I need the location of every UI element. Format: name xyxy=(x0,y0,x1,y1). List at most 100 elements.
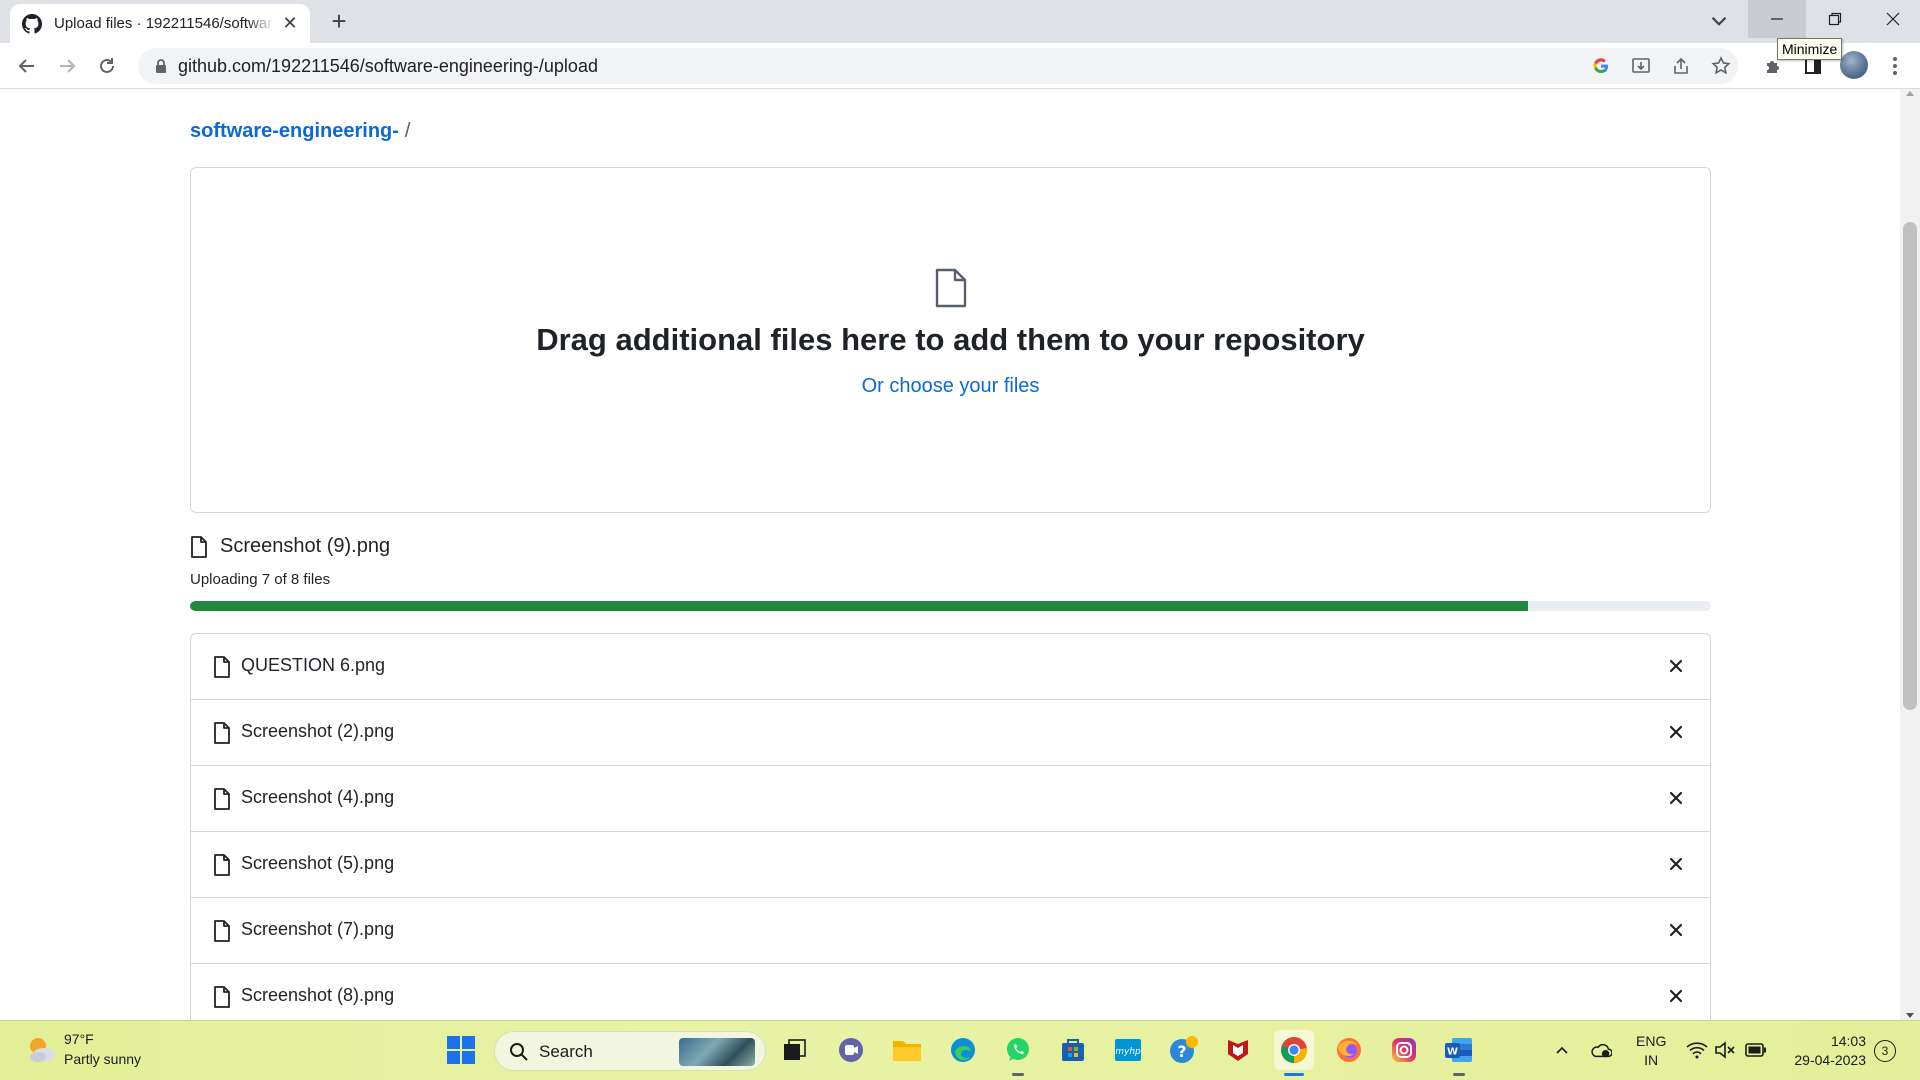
restore-icon xyxy=(1828,12,1842,26)
mcafee-icon[interactable] xyxy=(1221,1033,1255,1067)
close-icon xyxy=(1669,989,1683,1003)
tab-search-chevron-icon[interactable] xyxy=(1706,8,1732,34)
remove-file-button[interactable] xyxy=(1664,852,1688,876)
word-running-indicator xyxy=(1453,1073,1465,1076)
file-icon xyxy=(935,268,967,308)
browser-toolbar: github.com/192211546/software-engineerin… xyxy=(0,43,1920,89)
firefox-icon[interactable] xyxy=(1332,1033,1366,1067)
clock-date: 29-04-2023 xyxy=(1794,1052,1866,1068)
choose-files-link[interactable]: choose your files xyxy=(889,375,1039,397)
system-clock[interactable]: 14:03 29-04-2023 xyxy=(1786,1032,1866,1070)
breadcrumb-separator: / xyxy=(404,120,411,142)
file-name: Screenshot (8).png xyxy=(241,985,395,1005)
bookmark-star-icon[interactable] xyxy=(1710,55,1732,77)
file-list-item: Screenshot (7).png xyxy=(191,898,1710,964)
upload-progress-fill xyxy=(190,601,1529,611)
get-help-icon[interactable]: ? xyxy=(1166,1033,1200,1067)
weather-desc: Partly sunny xyxy=(64,1051,142,1067)
chrome-icon[interactable] xyxy=(1274,1030,1314,1070)
close-icon xyxy=(1669,725,1683,739)
remove-file-button[interactable] xyxy=(1664,720,1688,744)
file-icon xyxy=(214,788,230,810)
language-code: ENG xyxy=(1636,1033,1667,1049)
svg-text:W: W xyxy=(1447,1047,1458,1058)
myhp-icon[interactable]: myhp xyxy=(1111,1033,1145,1067)
breadcrumb-repo-link[interactable]: software-engineering- xyxy=(190,120,399,142)
profile-avatar[interactable] xyxy=(1840,51,1868,79)
task-view-icon[interactable] xyxy=(778,1033,812,1067)
close-window-button[interactable] xyxy=(1864,0,1920,38)
input-language-indicator[interactable]: ENG IN xyxy=(1636,1032,1666,1070)
breadcrumb: software-engineering- / xyxy=(190,120,410,143)
google-lens-icon[interactable] xyxy=(1590,55,1612,77)
battery-icon[interactable] xyxy=(1745,1039,1767,1061)
reload-button[interactable] xyxy=(92,51,122,81)
remove-file-button[interactable] xyxy=(1664,654,1688,678)
forward-button[interactable] xyxy=(52,51,82,81)
clock-time: 14:03 xyxy=(1830,1033,1866,1049)
whatsapp-icon[interactable] xyxy=(1001,1033,1035,1067)
current-upload-file: Screenshot (9).png xyxy=(190,535,390,558)
word-icon[interactable]: W xyxy=(1442,1033,1476,1067)
back-arrow-icon xyxy=(18,59,34,73)
volume-muted-icon[interactable] xyxy=(1714,1039,1736,1061)
teams-chat-icon[interactable] xyxy=(834,1033,868,1067)
search-label: Search xyxy=(539,1042,593,1061)
svg-text:?: ? xyxy=(1177,1042,1186,1061)
forward-arrow-icon xyxy=(60,59,76,73)
wifi-icon[interactable] xyxy=(1686,1039,1708,1061)
file-explorer-icon[interactable] xyxy=(890,1033,924,1067)
show-hidden-icons-chevron-icon[interactable] xyxy=(1551,1039,1573,1061)
instagram-icon[interactable] xyxy=(1387,1033,1421,1067)
page-scrollbar[interactable] xyxy=(1900,89,1920,1020)
install-app-icon[interactable] xyxy=(1630,55,1652,77)
minimize-button[interactable] xyxy=(1748,0,1806,38)
current-file-name: Screenshot (9).png xyxy=(220,535,391,557)
remove-file-button[interactable] xyxy=(1664,984,1688,1008)
file-icon xyxy=(191,535,207,558)
windows-taskbar: 97°F Partly sunny Search myhp ? W ENG IN… xyxy=(0,1020,1920,1080)
scroll-up-arrow-icon[interactable] xyxy=(1906,91,1914,96)
file-name: Screenshot (5).png xyxy=(241,853,395,873)
file-name: QUESTION 6.png xyxy=(241,655,386,675)
lock-icon xyxy=(156,59,166,73)
windows-start-icon[interactable] xyxy=(446,1035,476,1065)
scroll-down-arrow-icon[interactable] xyxy=(1906,1013,1914,1018)
tab-close-icon[interactable]: ✕ xyxy=(280,13,300,33)
chrome-menu-icon[interactable] xyxy=(1882,53,1908,79)
microsoft-store-icon[interactable] xyxy=(1056,1033,1090,1067)
weather-partly-sunny-icon[interactable] xyxy=(24,1033,58,1067)
notification-count-badge[interactable]: 3 xyxy=(1874,1040,1896,1062)
back-button[interactable] xyxy=(12,51,42,81)
new-tab-button[interactable]: + xyxy=(324,6,354,36)
close-icon xyxy=(1669,923,1683,937)
upload-progress-bar xyxy=(190,601,1711,611)
file-list-item: QUESTION 6.png xyxy=(191,634,1710,700)
file-icon xyxy=(214,986,230,1008)
file-dropzone[interactable]: Drag additional files here to add them t… xyxy=(190,167,1711,513)
file-icon xyxy=(214,854,230,876)
github-icon xyxy=(22,13,42,34)
edge-browser-icon[interactable] xyxy=(946,1033,980,1067)
remove-file-button[interactable] xyxy=(1664,918,1688,942)
close-icon xyxy=(1669,791,1683,805)
remove-file-button[interactable] xyxy=(1664,786,1688,810)
onedrive-cloud-icon[interactable] xyxy=(1590,1039,1612,1061)
upload-status: Uploading 7 of 8 files xyxy=(190,571,331,588)
file-list-item: Screenshot (8).png xyxy=(191,964,1710,1020)
file-icon xyxy=(214,920,230,942)
restore-button[interactable] xyxy=(1806,0,1864,38)
dropzone-subtitle: Or choose your files xyxy=(191,375,1710,398)
address-bar[interactable]: github.com/192211546/software-engineerin… xyxy=(138,48,1738,84)
file-name: Screenshot (7).png xyxy=(241,919,395,939)
file-icon xyxy=(214,722,230,744)
share-icon[interactable] xyxy=(1670,55,1692,77)
page-content: software-engineering- / Drag additional f… xyxy=(0,89,1900,1020)
search-icon xyxy=(510,1043,528,1061)
url-text: github.com/192211546/software-engineerin… xyxy=(178,56,598,76)
file-list-item: Screenshot (5).png xyxy=(191,832,1710,898)
taskbar-search-box[interactable]: Search xyxy=(494,1031,766,1071)
svg-text:myhp: myhp xyxy=(1115,1047,1141,1057)
scroll-thumb[interactable] xyxy=(1903,222,1917,710)
browser-tab[interactable]: Upload files · 192211546/software-engine… xyxy=(10,4,310,43)
